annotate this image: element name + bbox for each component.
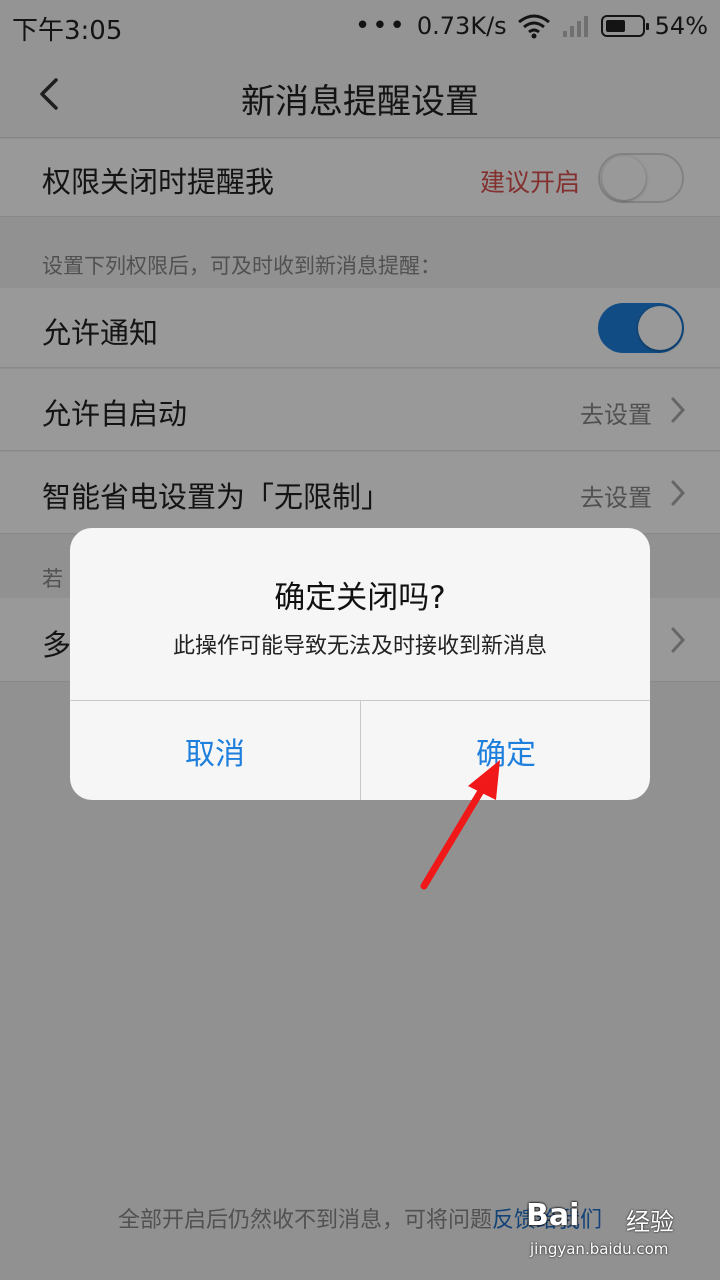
red-arrow-annotation: [420, 760, 500, 890]
baidu-jingyan-watermark: Bai 经验 jingyan.baidu.com: [526, 1196, 686, 1266]
watermark-url: jingyan.baidu.com: [530, 1240, 669, 1258]
watermark-brand: Bai: [526, 1198, 580, 1233]
watermark-suffix: 经验: [626, 1208, 674, 1236]
